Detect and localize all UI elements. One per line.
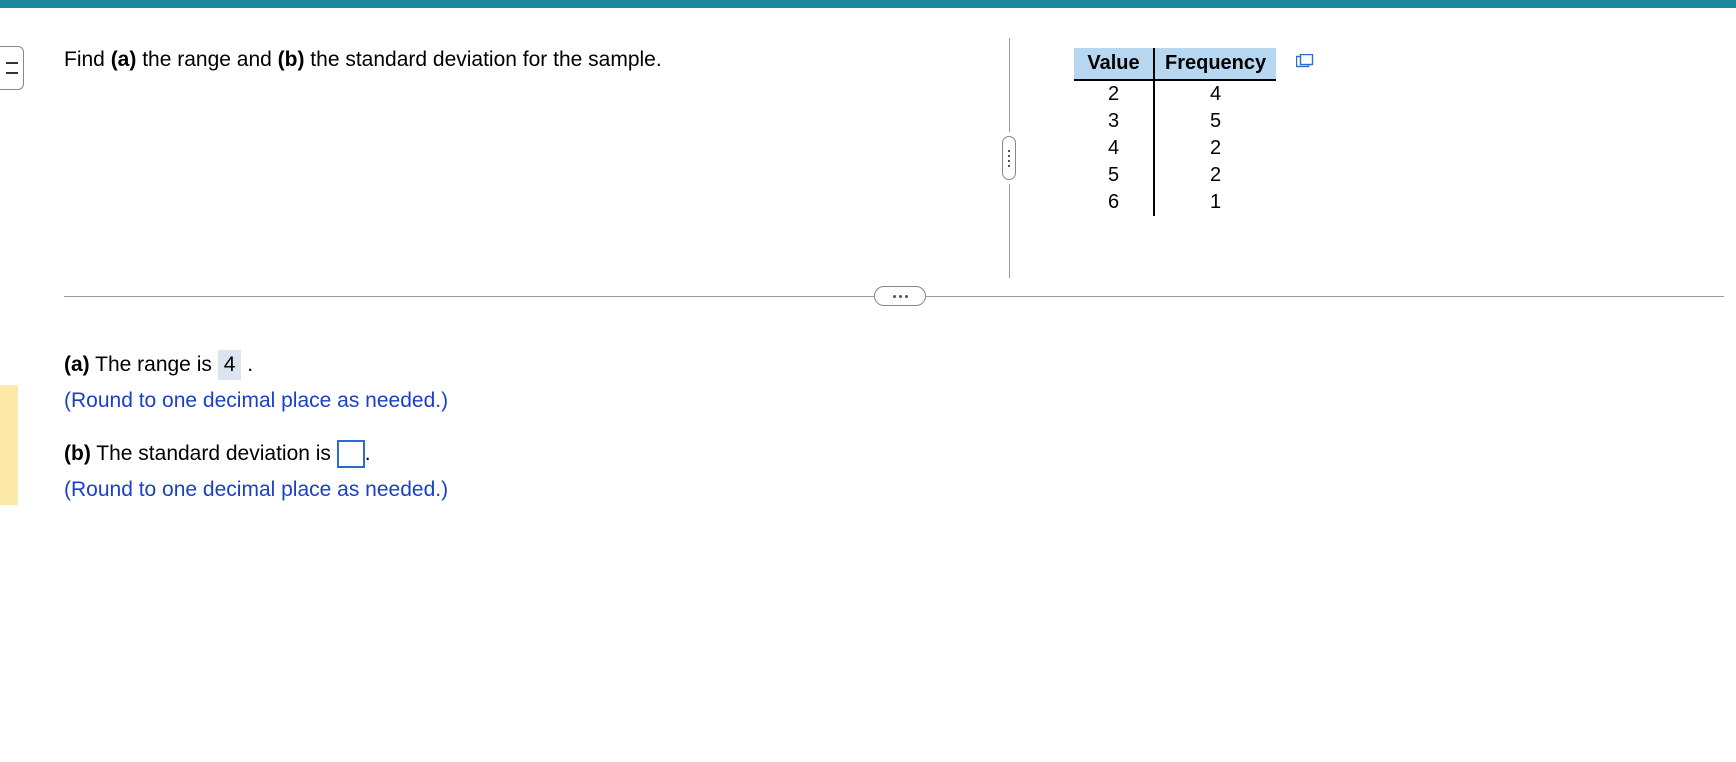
vertical-divider-line (1009, 38, 1010, 132)
vertical-split-handle[interactable] (1002, 136, 1016, 180)
table-cell-value: 6 (1074, 189, 1154, 216)
table-cell-frequency: 4 (1154, 80, 1276, 108)
horizontal-divider-line (64, 296, 874, 297)
answer-b-note: (Round to one decimal place as needed.) (64, 475, 448, 505)
table-cell-frequency: 5 (1154, 108, 1276, 135)
question-part-a-label: (a) (111, 48, 137, 71)
answer-b-text-after: . (365, 442, 371, 465)
question-part-a-text: the range and (136, 48, 277, 71)
answer-a-line: (a) The range is 4 . (64, 350, 448, 380)
table-row: 5 2 (1074, 162, 1276, 189)
table-cell-frequency: 2 (1154, 162, 1276, 189)
table-cell-frequency: 2 (1154, 135, 1276, 162)
vertical-split (1002, 38, 1016, 278)
table-row: 2 4 (1074, 80, 1276, 108)
answers-area: (a) The range is 4 . (Round to one decim… (64, 350, 448, 512)
answer-b-text-before: The standard deviation is (91, 442, 337, 465)
answer-a-label: (a) (64, 353, 90, 376)
answer-a-text-after: . (241, 353, 253, 376)
answer-a-value: 4 (218, 350, 242, 380)
vertical-divider-line (1009, 184, 1010, 278)
table-cell-value: 4 (1074, 135, 1154, 162)
answer-b-label: (b) (64, 442, 91, 465)
horizontal-divider-line (926, 296, 1724, 297)
left-highlight-strip (0, 385, 18, 505)
table-header-value: Value (1074, 48, 1154, 80)
table-row: 4 2 (1074, 135, 1276, 162)
answer-b-input[interactable] (337, 440, 365, 468)
horizontal-split (64, 286, 1724, 306)
question-prefix: Find (64, 48, 111, 71)
answer-a-text-before: The range is (90, 353, 218, 376)
popout-table-icon[interactable] (1296, 54, 1314, 68)
question-prompt: Find (a) the range and (b) the standard … (64, 28, 924, 72)
table-header-frequency: Frequency (1154, 48, 1276, 80)
table-cell-value: 5 (1074, 162, 1154, 189)
table-cell-value: 2 (1074, 80, 1154, 108)
top-accent-bar (0, 0, 1736, 8)
table-cell-value: 3 (1074, 108, 1154, 135)
answer-a-note: (Round to one decimal place as needed.) (64, 386, 448, 416)
table-cell-frequency: 1 (1154, 189, 1276, 216)
question-part-b-label: (b) (278, 48, 305, 71)
question-area: Find (a) the range and (b) the standard … (64, 28, 1716, 72)
frequency-table: Value Frequency 2 4 3 5 4 2 (1074, 48, 1276, 216)
answer-b-line: (b) The standard deviation is . (64, 439, 448, 469)
table-row: 6 1 (1074, 189, 1276, 216)
collapse-left-panel-button[interactable] (0, 46, 24, 90)
horizontal-split-handle[interactable] (874, 286, 926, 306)
table-row: 3 5 (1074, 108, 1276, 135)
question-part-b-text: the standard deviation for the sample. (304, 48, 661, 71)
